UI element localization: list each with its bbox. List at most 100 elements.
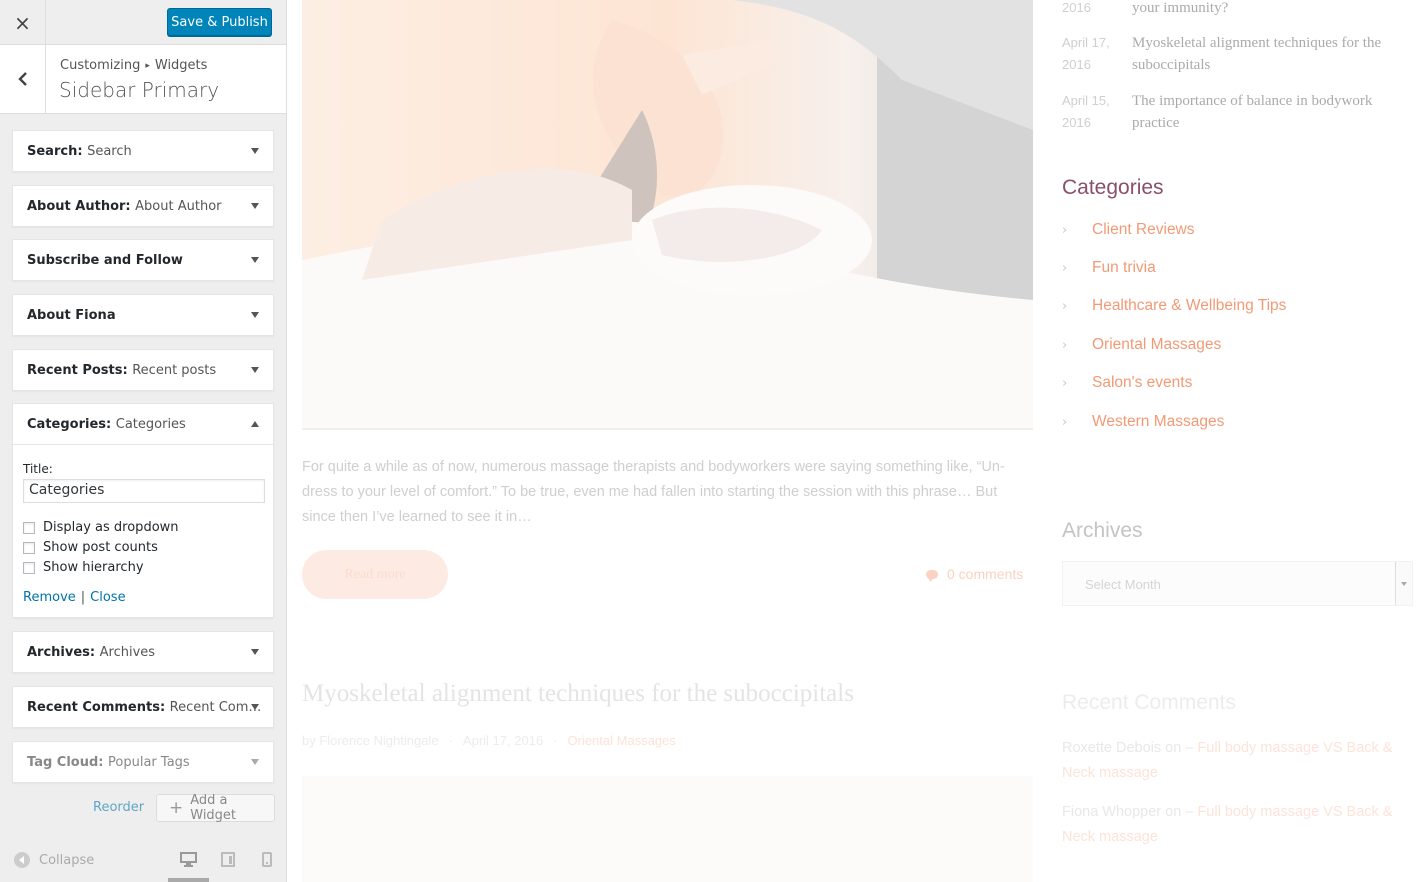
widget-header[interactable]: Categories: Categories <box>13 404 273 445</box>
widget-title: Subscribe and Follow <box>27 253 183 268</box>
expand-arrow-icon[interactable] <box>251 649 259 655</box>
widget-title: About Fiona <box>27 308 116 323</box>
post-featured-image[interactable] <box>302 0 1033 430</box>
title-label: Title: <box>23 462 53 476</box>
recent-post-date: April 17, 2016 <box>1062 35 1110 72</box>
widget-title: Recent Posts: Recent posts <box>27 363 217 378</box>
comment-icon <box>926 569 938 582</box>
section-title: Sidebar Primary <box>59 78 220 102</box>
widget-about-author[interactable]: About Author: About Author <box>12 185 274 227</box>
widget-title: Archives: Archives <box>27 645 156 660</box>
option-show-post-counts[interactable]: Show post counts <box>23 540 158 555</box>
post-meta: by Florence Nightingale · April 17, 2016… <box>302 733 676 748</box>
expand-arrow-icon[interactable] <box>251 257 259 263</box>
category-label[interactable]: Oriental Massages <box>1092 336 1221 354</box>
breadcrumb-separator-icon: ▸ <box>145 60 150 71</box>
widget-recent-comments[interactable]: Recent Comments: Recent Com… <box>12 686 274 728</box>
category-label[interactable]: Fun trivia <box>1092 259 1156 277</box>
recent-post-title[interactable]: Myoskeletal alignment techniques for the… <box>1132 32 1402 76</box>
checkbox-label: Show post counts <box>43 540 158 555</box>
category-label[interactable]: Healthcare & Wellbeing Tips <box>1092 297 1286 315</box>
category-label[interactable]: Salon's events <box>1092 374 1192 392</box>
checkbox[interactable] <box>23 561 35 574</box>
comment-on: on – <box>1165 740 1194 756</box>
post-category[interactable]: Oriental Massages <box>568 733 676 748</box>
breadcrumb-root: Customizing <box>60 58 141 73</box>
recent-post-title[interactable]: your immunity? <box>1132 0 1402 19</box>
mobile-icon[interactable] <box>262 852 272 867</box>
post-title[interactable]: Myoskeletal alignment techniques for the… <box>302 680 854 708</box>
widget-title: Search: Search <box>27 144 132 159</box>
comment-author: Roxette Debois <box>1062 740 1162 756</box>
widget-tag-cloud[interactable]: Tag Cloud: Popular Tags <box>12 741 274 783</box>
expand-arrow-icon[interactable] <box>251 759 259 765</box>
collapse-arrow-icon[interactable] <box>251 421 259 427</box>
divider: | <box>80 590 86 605</box>
widget-archives[interactable]: Archives: Archives <box>12 631 274 673</box>
expand-arrow-icon[interactable] <box>251 367 259 373</box>
reorder-link[interactable]: Reorder <box>93 800 144 815</box>
widget-about-fiona[interactable]: About Fiona <box>12 294 274 336</box>
read-more-button[interactable]: Read more <box>302 550 448 599</box>
recent-post-title[interactable]: The importance of balance in bodywork pr… <box>1132 90 1402 134</box>
comments-link[interactable]: 0 comments <box>926 566 1023 582</box>
tablet-icon[interactable] <box>221 852 235 867</box>
comment-author: Fiona Whopper <box>1062 804 1162 820</box>
chevron-right-icon: › <box>1062 298 1068 314</box>
close-link[interactable]: Close <box>90 590 125 605</box>
option-display-dropdown[interactable]: Display as dropdown <box>23 520 179 535</box>
close-icon[interactable]: × <box>0 0 46 45</box>
chevron-right-icon: › <box>1062 222 1068 238</box>
archives-select[interactable]: Select Month <box>1062 561 1413 606</box>
section-header: Customizing ▸ Widgets Sidebar Primary <box>0 45 286 114</box>
category-label[interactable]: Western Massages <box>1092 413 1224 431</box>
category-item[interactable]: › Healthcare & Wellbeing Tips <box>1062 297 1286 315</box>
collapse-icon <box>14 852 30 868</box>
expand-arrow-icon[interactable] <box>251 203 259 209</box>
add-widget-label: Add a Widget <box>190 793 237 823</box>
archives-select-value: Select Month <box>1085 577 1161 592</box>
back-button[interactable] <box>0 45 46 113</box>
post-date[interactable]: April 17, 2016 <box>463 733 543 748</box>
recent-post-item: April 15, 2016 The importance of balance… <box>1062 90 1402 134</box>
title-input[interactable]: Categories <box>23 479 265 503</box>
category-item[interactable]: › Client Reviews <box>1062 221 1195 239</box>
chevron-right-icon: › <box>1062 337 1068 353</box>
recent-post-item: April 17, 2016 Myoskeletal alignment tec… <box>1062 32 1402 76</box>
site-preview: For quite a while as of now, numerous ma… <box>287 0 1427 882</box>
meta-separator: · <box>553 733 558 748</box>
expand-arrow-icon[interactable] <box>251 312 259 318</box>
desktop-icon[interactable] <box>180 852 197 867</box>
checkbox[interactable] <box>23 521 35 534</box>
widget-title: About Author: About Author <box>27 199 222 214</box>
post-featured-image[interactable] <box>302 776 1033 882</box>
widget-categories: Categories: Categories Title: Categories… <box>12 403 274 618</box>
category-label[interactable]: Client Reviews <box>1092 221 1195 239</box>
expand-arrow-icon[interactable] <box>251 704 259 710</box>
widget-actions: Remove | Close <box>23 590 126 605</box>
expand-arrow-icon[interactable] <box>251 148 259 154</box>
add-widget-button[interactable]: + Add a Widget <box>156 793 275 823</box>
collapse-button[interactable]: Collapse <box>14 852 94 868</box>
post-author[interactable]: by Florence Nightingale <box>302 733 439 748</box>
category-item[interactable]: › Oriental Massages <box>1062 336 1221 354</box>
recent-comment-item: Roxette Debois on – Full body massage VS… <box>1062 736 1417 786</box>
post-excerpt: For quite a while as of now, numerous ma… <box>302 459 1005 525</box>
widget-title: Categories: Categories <box>27 417 186 432</box>
remove-link[interactable]: Remove <box>23 590 76 605</box>
plus-icon: + <box>169 797 184 818</box>
category-item[interactable]: › Western Massages <box>1062 413 1224 431</box>
chevron-right-icon: › <box>1062 375 1068 391</box>
widget-recent-posts[interactable]: Recent Posts: Recent posts <box>12 349 274 391</box>
widget-subscribe-follow[interactable]: Subscribe and Follow <box>12 239 274 281</box>
recent-comment-item: Fiona Whopper on – Full body massage VS … <box>1062 800 1417 850</box>
widget-search[interactable]: Search: Search <box>12 130 274 172</box>
option-show-hierarchy[interactable]: Show hierarchy <box>23 560 144 575</box>
breadcrumb: Customizing ▸ Widgets <box>60 58 207 73</box>
category-item[interactable]: › Salon's events <box>1062 374 1192 392</box>
categories-heading: Categories <box>1062 176 1164 199</box>
dropdown-arrow-icon[interactable] <box>1395 562 1412 605</box>
category-item[interactable]: › Fun trivia <box>1062 259 1156 277</box>
checkbox[interactable] <box>23 541 35 554</box>
save-publish-button[interactable]: Save & Publish <box>167 8 272 36</box>
